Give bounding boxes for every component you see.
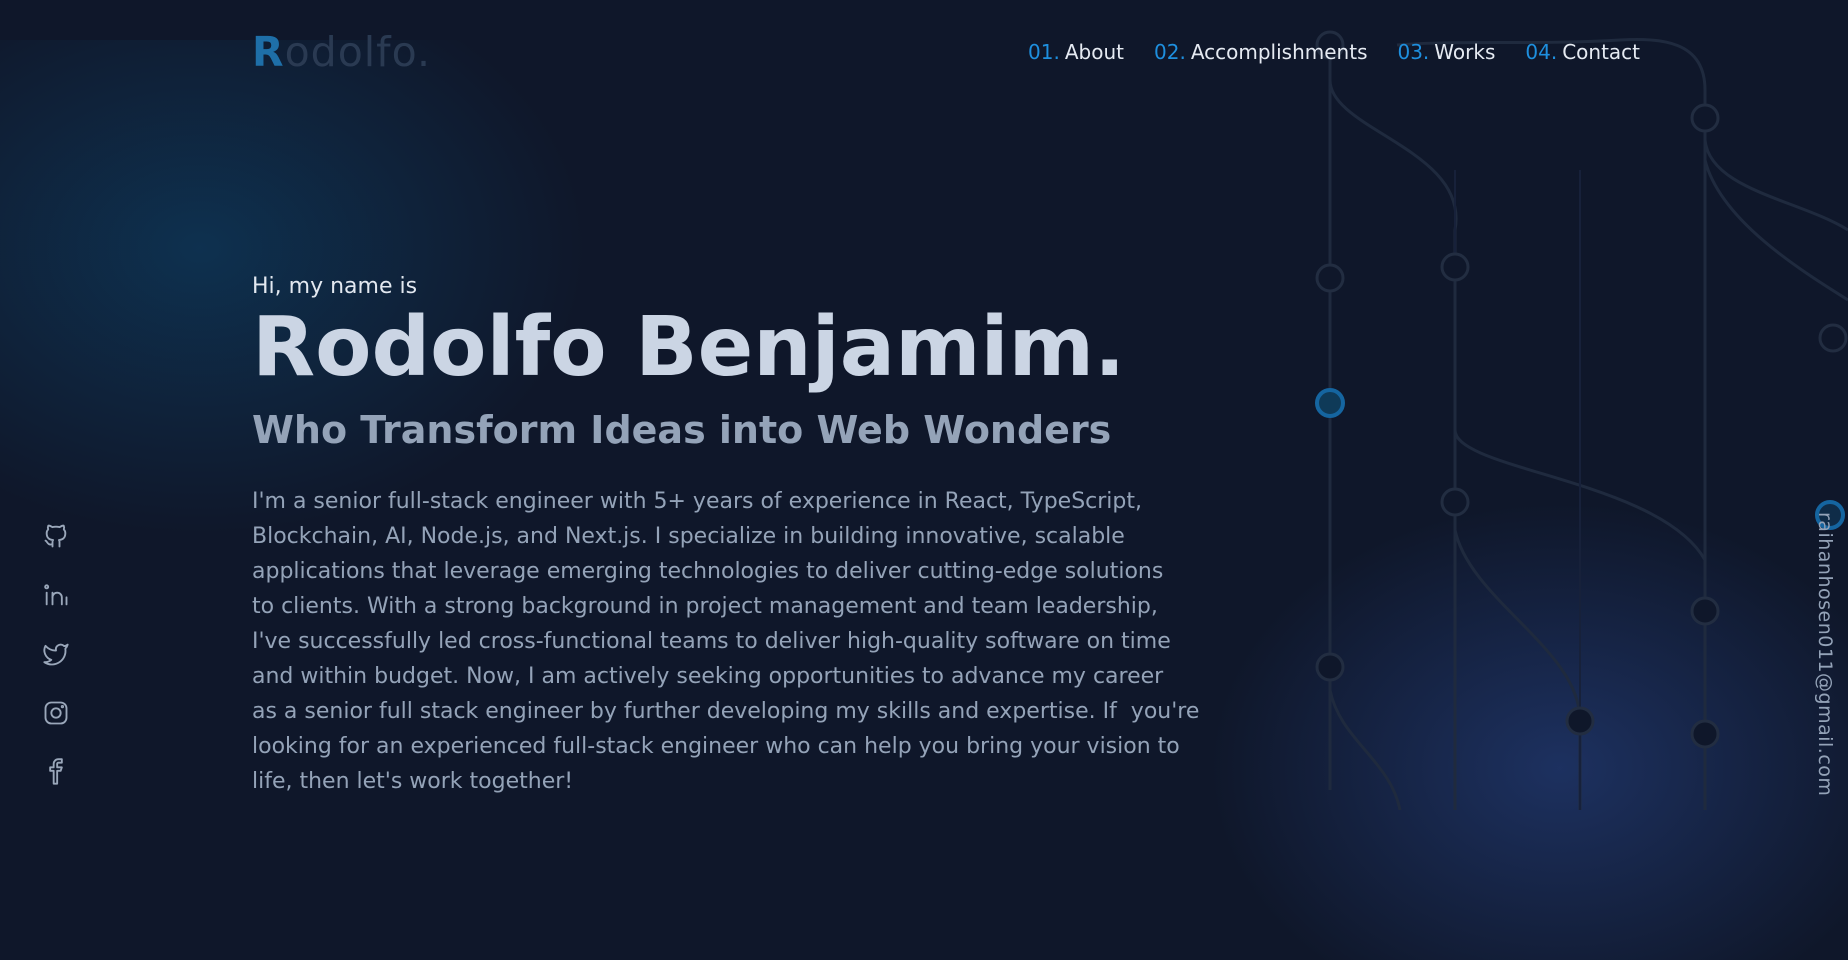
main-nav: 01. About 02. Accomplishments 03. Works 04.… [1028, 40, 1640, 64]
circuit-decoration [1315, 30, 1848, 810]
nav-item-label: Works [1434, 40, 1496, 64]
twitter-link[interactable] [40, 638, 72, 670]
nav-item-number: 02. [1154, 40, 1186, 64]
linkedin-icon [44, 584, 68, 606]
nav-item-number: 01. [1028, 40, 1060, 64]
nav-item-contact[interactable]: 04. Contact [1525, 40, 1640, 64]
nav-item-label: About [1064, 40, 1124, 64]
nav-item-works[interactable]: 03. Works [1397, 40, 1495, 64]
instagram-icon [44, 701, 68, 725]
github-icon [44, 524, 67, 548]
email-link[interactable]: raihanhosen011@gmail.com [1814, 512, 1836, 796]
nav-item-number: 03. [1397, 40, 1430, 64]
linkedin-link[interactable] [40, 579, 72, 611]
logo-initial: R [252, 28, 285, 76]
hero-tagline: Who Transform Ideas into Web Wonders [252, 408, 1112, 452]
social-links [40, 520, 72, 788]
nav-item-accomplishments[interactable]: 02. Accomplishments [1154, 40, 1367, 64]
facebook-icon [49, 758, 63, 785]
nav-item-label: Accomplishments [1190, 40, 1368, 64]
github-link[interactable] [40, 520, 72, 552]
logo-rest: odolfo. [284, 28, 431, 76]
nav-item-label: Contact [1562, 40, 1640, 64]
nav-item-about[interactable]: 01. About [1028, 40, 1124, 64]
hero-greeting: Hi, my name is [252, 274, 418, 299]
instagram-link[interactable] [40, 697, 72, 729]
hero-bio: I'm a senior full-stack engineer with 5+… [252, 489, 1200, 794]
twitter-icon [43, 643, 69, 666]
hero-name: Rodolfo Benjamim. [252, 300, 1126, 395]
facebook-link[interactable] [40, 756, 72, 788]
nav-item-number: 04. [1525, 40, 1558, 64]
logo[interactable]: Rodolfo. [252, 28, 431, 76]
